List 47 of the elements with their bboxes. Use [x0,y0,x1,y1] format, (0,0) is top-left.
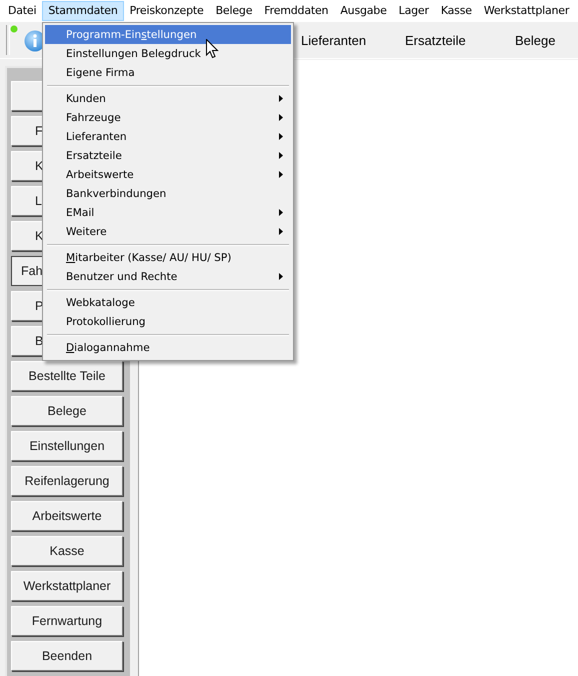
submenu-arrow-icon [279,228,283,235]
menu-entry[interactable]: Mitarbeiter (Kasse/ AU/ HU/ SP) [45,248,291,267]
menu-entry[interactable]: Webkataloge [45,293,291,312]
menu-entry[interactable]: Protokollierung [45,312,291,331]
menu-item[interactable]: Belege [210,1,258,21]
menu-item[interactable]: Stammdaten [42,1,124,21]
submenu-arrow-icon [279,273,283,280]
menu-entry[interactable]: Ersatzteile [45,146,291,165]
sidebar-button[interactable]: Bestellte Teile [11,361,123,391]
sidebar-button[interactable]: Kasse [11,536,123,566]
menu-entry[interactable]: Weitere [45,222,291,241]
menu-item[interactable]: Fremddaten [258,1,334,21]
menu-entry[interactable]: Dialogannahme [45,338,291,357]
menu-item[interactable]: Kasse [434,1,478,21]
menu-item[interactable]: Werkstattplaner [478,1,576,21]
submenu-arrow-icon [279,95,283,102]
sidebar-button[interactable]: Arbeitswerte [11,501,123,531]
menu-entry[interactable]: EMail [45,203,291,222]
menu-item[interactable]: Lager [392,1,435,21]
menu-item[interactable]: Datei [2,1,42,21]
submenu-arrow-icon [279,152,283,159]
sidebar-button[interactable]: Beenden [11,641,123,671]
menu-entry[interactable]: Programm-Einstellungen [45,25,291,44]
menu-item[interactable]: Ausgabe [334,1,393,21]
menu-entry[interactable]: Arbeitswerte [45,165,291,184]
sidebar-button[interactable]: Einstellungen [11,431,123,461]
sidebar-button[interactable]: Belege [11,396,123,426]
menu-entry[interactable]: Kunden [45,89,291,108]
menu-entry[interactable]: Lieferanten [45,127,291,146]
status-dot-icon [10,25,18,33]
sidebar-button[interactable]: Werkstattplaner [11,571,123,601]
menu-item[interactable]: Preiskonzepte [124,1,210,21]
menu-entry[interactable]: Einstellungen Belegdruck [45,44,291,63]
menu-entry[interactable]: Eigene Firma [45,63,291,82]
sidebar-button[interactable]: Fernwartung [11,606,123,636]
mouse-pointer-icon [206,39,219,59]
menu-entry[interactable]: Benutzer und Rechte [45,267,291,286]
submenu-arrow-icon [279,114,283,121]
submenu-arrow-icon [279,209,283,216]
menu-entry[interactable]: Fahrzeuge [45,108,291,127]
toolbar-button[interactable]: Lieferanten [301,32,405,48]
menu-entry[interactable]: Bankverbindungen [45,184,291,203]
submenu-arrow-icon [279,171,283,178]
toolbar-button[interactable]: Ersatzteile [405,32,515,48]
toolbar-button[interactable]: Belege [515,32,556,48]
submenu-arrow-icon [279,133,283,140]
sidebar-button[interactable]: Reifenlagerung [11,466,123,496]
